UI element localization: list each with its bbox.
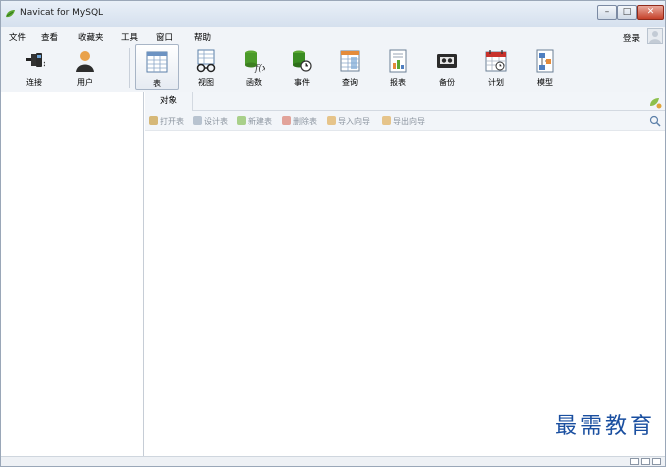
function-icon: f(x) [245,50,265,73]
query-label: 查询 [342,78,358,87]
user-button[interactable]: 用户 [65,44,105,90]
menu-view[interactable]: 查看 [41,31,58,43]
svg-text:f(x): f(x) [254,63,265,73]
table-icon [146,51,168,73]
design-table-button[interactable]: 设计表 [193,116,228,127]
login-link[interactable]: 登录 [623,32,640,44]
toolbar-separator [129,48,130,88]
user-label: 用户 [77,78,93,87]
report-icon [389,49,407,73]
tab-objects[interactable]: 对象 [145,92,193,111]
new-table-label: 新建表 [248,117,272,126]
import-wizard-icon [327,116,336,125]
schedule-calendar-icon [485,50,507,72]
table-button[interactable]: 表 [135,44,179,90]
delete-table-label: 删除表 [293,117,317,126]
query-icon [340,50,360,72]
query-button[interactable]: 查询 [331,44,369,90]
event-clock-icon [293,50,312,72]
schedule-label: 计划 [488,78,504,87]
model-button[interactable]: 模型 [526,44,564,90]
view-label: 视图 [198,78,214,87]
search-icon[interactable] [649,115,661,127]
view-button[interactable]: 视图 [187,44,225,90]
title-bar: Navicat for MySQL – □ ✕ [1,1,665,27]
connection-label: 连接 [26,78,42,87]
connection-tree-panel[interactable] [1,92,144,456]
minimize-icon: – [604,7,610,17]
view-glasses-icon [196,49,216,73]
detail-view-icon[interactable] [641,458,650,465]
open-table-icon [149,116,158,125]
plug-icon [26,53,45,67]
report-label: 报表 [390,78,406,87]
delete-table-button[interactable]: 删除表 [282,116,317,127]
import-wizard-label: 导入向导 [338,117,370,126]
menu-window[interactable]: 窗口 [156,31,173,43]
export-wizard-icon [382,116,391,125]
grid-view-icon[interactable] [652,458,661,465]
menu-file[interactable]: 文件 [9,31,26,43]
object-tab-bar: 对象 [145,92,665,111]
backup-tape-icon [437,54,457,68]
maximize-icon: □ [622,7,632,17]
navicat-logo-icon [6,10,15,18]
status-bar [1,456,665,466]
function-label: 函数 [246,78,262,87]
minimize-button[interactable]: – [597,5,617,20]
model-label: 模型 [537,78,553,87]
list-view-icon[interactable] [630,458,639,465]
user-icon [76,51,94,72]
export-wizard-button[interactable]: 导出向导 [382,116,425,127]
window-title: Navicat for MySQL [20,8,104,18]
close-icon: ✕ [646,7,655,17]
menu-tools[interactable]: 工具 [121,31,138,43]
menu-bar: 文件 查看 收藏夹 工具 窗口 帮助 登录 [1,27,665,44]
design-table-icon [193,116,202,125]
watermark-text: 最需教育 [554,414,655,439]
object-list-area[interactable]: 最需教育 [145,131,665,456]
avatar-icon [649,31,661,43]
open-table-label: 打开表 [160,117,184,126]
menu-help[interactable]: 帮助 [194,31,211,43]
report-button[interactable]: 报表 [379,44,417,90]
backup-button[interactable]: 备份 [428,44,466,90]
table-label: 表 [153,79,161,88]
backup-label: 备份 [439,78,455,87]
new-table-icon [237,116,246,125]
maximize-button[interactable]: □ [617,5,637,20]
menu-favorites[interactable]: 收藏夹 [78,31,104,43]
tab-bar-action[interactable] [645,92,665,111]
app-window: Navicat for MySQL – □ ✕ 文件 查看 收藏夹 工具 窗口 … [0,0,666,467]
close-button[interactable]: ✕ [637,5,664,20]
event-button[interactable]: 事件 [283,44,321,90]
function-button[interactable]: f(x) 函数 [235,44,273,90]
object-action-bar: 打开表 设计表 新建表 删除表 导入向导 导出向导 [145,111,665,131]
event-label: 事件 [294,78,310,87]
import-wizard-button[interactable]: 导入向导 [327,116,370,127]
connection-button[interactable]: 连接 [15,44,53,90]
add-leaf-icon [650,98,662,109]
export-wizard-label: 导出向导 [393,117,425,126]
open-table-button[interactable]: 打开表 [149,116,184,127]
model-icon [536,49,554,73]
design-table-label: 设计表 [204,117,228,126]
schedule-button[interactable]: 计划 [477,44,515,90]
delete-table-icon [282,116,291,125]
avatar[interactable] [647,28,663,44]
new-table-button[interactable]: 新建表 [237,116,272,127]
main-toolbar: 连接 用户 表 视图 f(函数 事件 查询 报表 备份 计划 模型 [1,44,665,92]
